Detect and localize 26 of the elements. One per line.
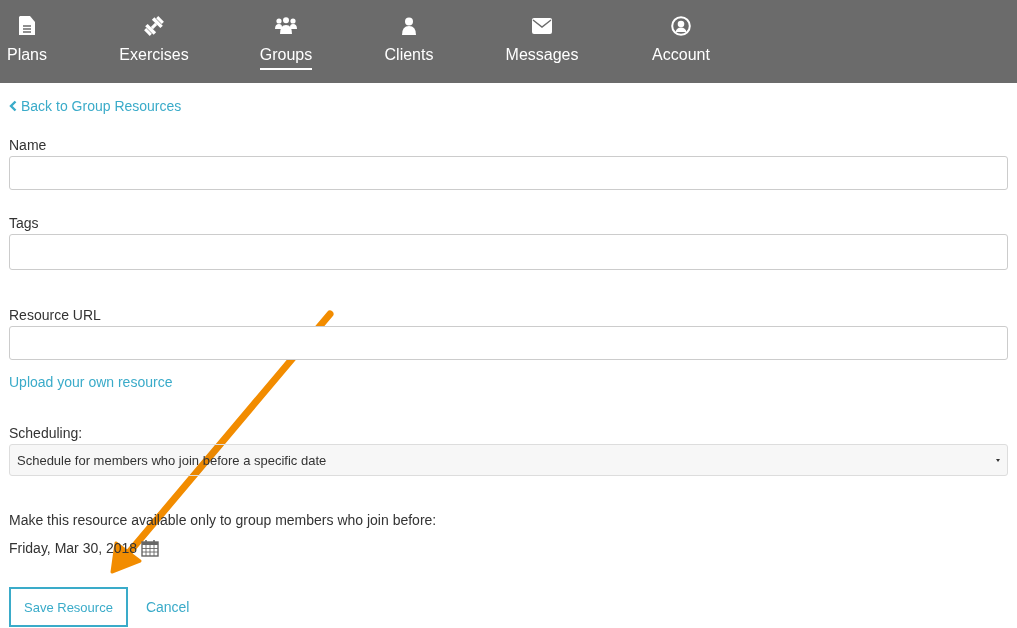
input-field[interactable] xyxy=(9,156,1008,190)
nav-tab[interactable]: Plans xyxy=(7,46,47,70)
upload-link[interactable]: Upload your own resource xyxy=(9,374,173,390)
group-icon xyxy=(275,17,297,35)
dumbbell-icon xyxy=(143,15,165,37)
document-icon xyxy=(19,16,35,36)
cancel-link[interactable]: Cancel xyxy=(145,599,190,615)
nav-tab[interactable]: Groups xyxy=(259,46,313,70)
nav-tab[interactable]: Account xyxy=(652,46,710,70)
save-button[interactable]: Save Resource xyxy=(9,587,128,627)
field-label: Name xyxy=(9,137,48,153)
calendar-icon[interactable] xyxy=(141,539,160,557)
caret-icon xyxy=(996,458,1000,462)
field-label: Scheduling: xyxy=(9,425,84,441)
nav-tab[interactable]: Exercises xyxy=(119,46,189,70)
person-icon xyxy=(402,17,416,35)
back-link[interactable]: Back to Group Resources xyxy=(9,98,182,114)
nav-tab[interactable]: Clients xyxy=(384,46,434,70)
field-label: Tags xyxy=(9,215,40,231)
field-label: Resource URL xyxy=(9,307,102,323)
nav-tab[interactable]: Messages xyxy=(505,46,579,70)
chevron-left-icon xyxy=(9,100,17,112)
account-icon xyxy=(671,16,691,36)
envelope-icon xyxy=(532,18,552,34)
input-field[interactable] xyxy=(9,326,1008,360)
input-field[interactable] xyxy=(9,234,1008,270)
